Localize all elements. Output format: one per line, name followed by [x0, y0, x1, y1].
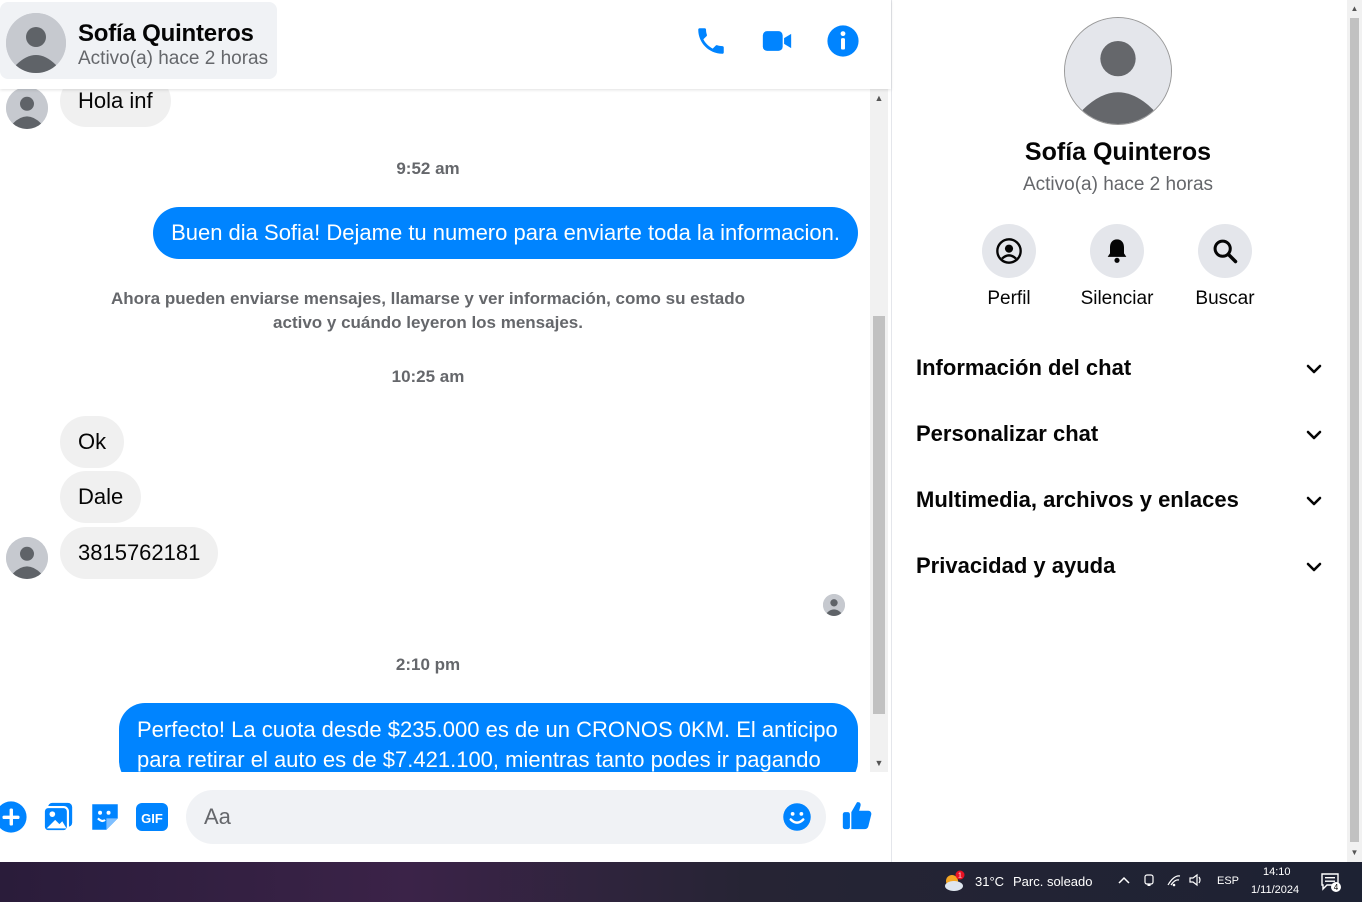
scroll-down-arrow[interactable]: ▼: [870, 754, 888, 772]
info-icon[interactable]: [826, 24, 860, 58]
composer-bar: GIF: [0, 772, 891, 862]
language-indicator[interactable]: ESP: [1217, 875, 1239, 887]
sender-avatar: [6, 89, 48, 129]
weather-temperature[interactable]: 31°C: [975, 874, 1004, 889]
scroll-down-arrow[interactable]: ▼: [1347, 844, 1362, 862]
contact-header-button[interactable]: Sofía Quinteros Activo(a) hace 2 horas: [0, 2, 277, 79]
gif-icon[interactable]: GIF: [135, 800, 169, 834]
clock-date[interactable]: 1/11/2024: [1251, 884, 1299, 896]
scroll-thumb[interactable]: [873, 316, 885, 714]
thumbs-up-icon[interactable]: [840, 798, 874, 832]
chat-header: Sofía Quinteros Activo(a) hace 2 horas: [0, 0, 891, 89]
incoming-message[interactable]: 3815762181: [60, 527, 219, 579]
plus-icon[interactable]: [0, 800, 28, 834]
contact-large-avatar[interactable]: [1064, 17, 1172, 125]
volume-icon[interactable]: [1188, 873, 1204, 890]
sticker-icon[interactable]: [88, 800, 122, 834]
section-chat-info[interactable]: Información del chat: [916, 341, 1324, 397]
chat-column: Sofía Quinteros Activo(a) hace 2 horas H…: [0, 0, 891, 862]
phone-icon[interactable]: [694, 24, 728, 58]
section-privacy-help[interactable]: Privacidad y ayuda: [916, 539, 1324, 595]
chevron-up-icon[interactable]: [1117, 873, 1131, 890]
chevron-down-icon[interactable]: [1304, 425, 1324, 445]
search-icon[interactable]: [1198, 224, 1252, 278]
emoji-icon[interactable]: [782, 802, 812, 832]
outgoing-message[interactable]: Buen dia Sofia! Dejame tu numero para en…: [153, 207, 858, 259]
video-camera-icon[interactable]: [760, 24, 794, 58]
timestamp-separator: 10:25 am: [391, 367, 465, 386]
svg-text:1: 1: [958, 873, 962, 880]
message-list[interactable]: Hola inf 9:52 am Buen dia Sofia! Dejame …: [0, 89, 870, 772]
chevron-down-icon[interactable]: [1304, 359, 1324, 379]
profile-icon[interactable]: [982, 224, 1036, 278]
wifi-icon[interactable]: [1166, 873, 1182, 890]
clock-time[interactable]: 14:10: [1263, 866, 1291, 878]
notification-icon[interactable]: 4: [1320, 872, 1342, 892]
section-label: Información del chat: [916, 355, 1132, 380]
sender-avatar: [6, 537, 48, 579]
panel-contact-status: Activo(a) hace 2 horas: [1022, 174, 1214, 195]
section-customize-chat[interactable]: Personalizar chat: [916, 407, 1324, 463]
meet-now-icon[interactable]: [1142, 873, 1156, 890]
mute-label: Silenciar: [1080, 288, 1154, 309]
contact-status: Activo(a) hace 2 horas: [78, 48, 269, 69]
windows-taskbar: 1 31°C Parc. soleado ESP 14:10 1/11/2024…: [0, 862, 1362, 902]
read-receipt-avatar: [823, 594, 845, 616]
svg-text:4: 4: [1334, 883, 1339, 892]
scroll-up-arrow[interactable]: ▲: [870, 89, 888, 107]
weather-description[interactable]: Parc. soleado: [1013, 874, 1093, 889]
message-input-box[interactable]: [186, 790, 826, 844]
incoming-message[interactable]: Ok: [60, 416, 125, 468]
incoming-message[interactable]: Dale: [60, 471, 142, 523]
outgoing-message[interactable]: Perfecto! La cuota desde $235.000 es de …: [119, 703, 858, 772]
svg-text:GIF: GIF: [141, 811, 163, 826]
message-scrollbar[interactable]: ▲ ▼: [870, 89, 888, 772]
message-input[interactable]: [204, 790, 764, 844]
scroll-up-arrow[interactable]: ▲: [1347, 0, 1362, 18]
section-label: Multimedia, archivos y enlaces: [916, 487, 1239, 512]
bell-icon[interactable]: [1090, 224, 1144, 278]
timestamp-separator: 9:52 am: [396, 159, 460, 178]
window-scroll-thumb[interactable]: [1350, 18, 1359, 842]
contact-name: Sofía Quinteros: [78, 20, 254, 47]
timestamp-separator: 2:10 pm: [395, 655, 461, 674]
profile-label: Perfil: [987, 288, 1031, 309]
section-label: Privacidad y ayuda: [916, 553, 1116, 578]
mute-button[interactable]: Silenciar: [1062, 224, 1172, 310]
chevron-down-icon[interactable]: [1304, 557, 1324, 577]
section-label: Personalizar chat: [916, 421, 1099, 446]
conversation-info-panel: Sofía Quinteros Activo(a) hace 2 horas P…: [891, 0, 1347, 862]
contact-avatar[interactable]: [6, 13, 66, 73]
search-label: Buscar: [1195, 288, 1255, 309]
window-scrollbar[interactable]: ▲ ▼: [1347, 0, 1362, 862]
section-media-files-links[interactable]: Multimedia, archivos y enlaces: [916, 473, 1324, 529]
incoming-message[interactable]: Hola inf: [60, 89, 171, 127]
image-icon[interactable]: [41, 800, 75, 834]
profile-button[interactable]: Perfil: [954, 224, 1064, 310]
chevron-down-icon[interactable]: [1304, 491, 1324, 511]
panel-contact-name: Sofía Quinteros: [1024, 138, 1212, 166]
weather-icon[interactable]: 1: [942, 870, 966, 894]
system-notice: Ahora pueden enviarse mensajes, llamarse…: [111, 289, 745, 332]
search-button[interactable]: Buscar: [1170, 224, 1280, 310]
